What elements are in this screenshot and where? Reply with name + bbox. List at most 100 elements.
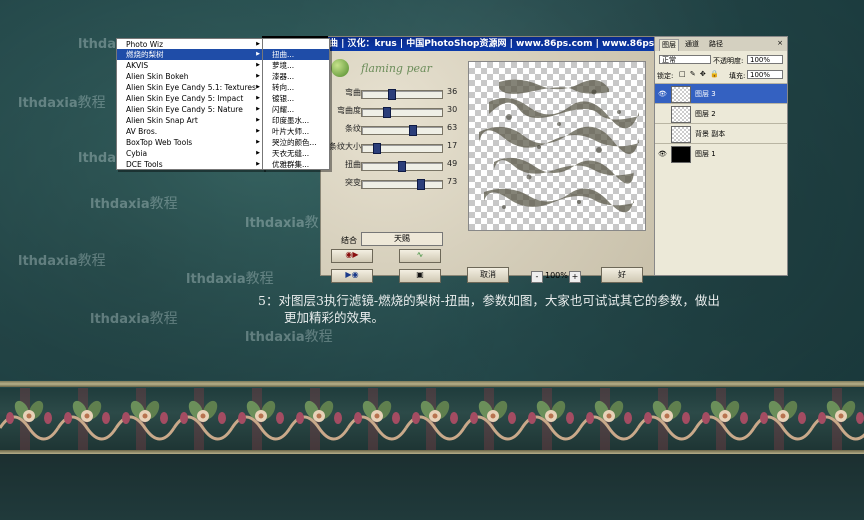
arrow-right-icon: ▶◉	[345, 270, 359, 279]
zoom-in-button[interactable]: +	[569, 271, 581, 283]
opacity-label: 不透明度:	[713, 57, 744, 65]
blend-mode-select[interactable]: 正常	[659, 55, 711, 64]
layer-row[interactable]: 👁 图层 3	[655, 83, 787, 103]
flower-motif	[172, 400, 234, 441]
flower-motif	[404, 400, 466, 441]
wave-icon: ∿	[416, 250, 424, 259]
cancel-button[interactable]: 取消	[467, 267, 509, 283]
submenu-item[interactable]: 闪耀...	[263, 104, 329, 115]
submenu-item[interactable]: 哭泣的颜色...	[263, 137, 329, 148]
menu-item[interactable]: Alien Skin Eye Candy 5: Nature ▶	[117, 104, 263, 115]
menu-item-burning-pear[interactable]: 燃烧的梨树 ▶	[117, 49, 263, 60]
param-value: 30	[447, 105, 458, 114]
arrow-right-icon: ▶	[256, 128, 260, 134]
eye-icon[interactable]: 👁	[658, 150, 667, 158]
submenu-item[interactable]: 镀银...	[263, 93, 329, 104]
tutorial-caption: 5：对图层3执行滤镜-燃烧的梨树-扭曲，参数如图，大家也可试试其它的参数，做出 …	[258, 292, 798, 326]
param-slider[interactable]	[361, 125, 443, 136]
layer-thumbnail	[671, 126, 691, 143]
flower-motif	[810, 400, 864, 441]
dialog-title[interactable]: 曲 | 汉化：krus | 中国PhotoShop资源网 | www.86ps.…	[321, 37, 655, 51]
slider-thumb[interactable]	[372, 143, 381, 154]
tab-paths[interactable]: 路径	[707, 39, 725, 50]
param-value: 17	[447, 141, 458, 150]
menu-item[interactable]: Alien Skin Eye Candy 5: Impact ▶	[117, 93, 263, 104]
param-slider[interactable]	[361, 89, 443, 100]
tab-layers[interactable]: 图层	[659, 39, 679, 51]
arrow-right-icon: ▶	[256, 139, 260, 145]
menu-item[interactable]: Alien Skin Eye Candy 5.1: Textures ▶	[117, 82, 263, 93]
menu-item[interactable]: BoxTop Web Tools ▶	[117, 137, 263, 148]
submenu-item[interactable]: 漆器...	[263, 71, 329, 82]
layers-panel: 图层 通道 路径 × 正常 不透明度: 100% 锁定: □ ✎ ✥ 🔒 填充:…	[654, 36, 788, 276]
param-value: 49	[447, 159, 458, 168]
slider-thumb[interactable]	[383, 107, 391, 118]
flower-motif	[230, 400, 292, 441]
randomize-button[interactable]: ∿	[399, 249, 441, 263]
lock-icons[interactable]: □ ✎ ✥ 🔒	[679, 70, 720, 78]
combine-dropdown[interactable]: 天赐	[361, 232, 443, 246]
box-icon: ▣	[416, 270, 424, 279]
menu-item[interactable]: AV Bros. ▶	[117, 126, 263, 137]
floral-border	[0, 388, 864, 450]
slider-thumb[interactable]	[417, 179, 426, 190]
filter-menu: Photo Wiz ▶ 燃烧的梨树 ▶ AKVIS ▶ Alien Skin Boke…	[116, 38, 264, 170]
submenu-item[interactable]: 优雅群集...	[263, 159, 329, 170]
tab-channels[interactable]: 通道	[683, 39, 701, 50]
param-row: 弯曲 36	[321, 87, 471, 101]
flower-motif	[346, 400, 408, 441]
prev-preset-button[interactable]: ◉▶	[331, 249, 373, 263]
flower-motif	[288, 400, 350, 441]
save-preset-button[interactable]: ▣	[399, 269, 441, 283]
param-slider[interactable]	[361, 161, 443, 172]
watermark: lthdaxia教程	[245, 329, 333, 345]
arrow-right-icon: ▶	[256, 150, 260, 156]
ok-button[interactable]: 好	[601, 267, 643, 283]
param-row: 突变 73	[321, 177, 471, 191]
zoom-out-button[interactable]: -	[531, 271, 543, 283]
opacity-input[interactable]: 100%	[747, 55, 783, 64]
param-slider[interactable]	[361, 143, 443, 154]
preview-canvas[interactable]	[468, 61, 646, 231]
layer-row[interactable]: 背景 副本	[655, 123, 787, 143]
submenu-item[interactable]: 萝境...	[263, 60, 329, 71]
submenu-item-distort[interactable]: 扭曲...	[263, 49, 329, 60]
watermark: lthdaxia教程	[186, 271, 274, 287]
menu-item[interactable]: Cybia ▶	[117, 148, 263, 159]
fill-input[interactable]: 100%	[747, 70, 783, 79]
border-line	[0, 381, 864, 387]
param-slider[interactable]	[361, 179, 443, 190]
param-value: 73	[447, 177, 458, 186]
param-label: 弯曲	[345, 88, 361, 97]
arrow-right-icon: ▶	[256, 84, 260, 90]
next-preset-button[interactable]: ▶◉	[331, 269, 373, 283]
floral-pattern	[0, 400, 864, 441]
dialog-body: flaming pear 弯曲 36 弯曲度 30 条纹 63 条纹大小 17 …	[321, 51, 655, 283]
submenu-item[interactable]: 印度墨水...	[263, 115, 329, 126]
watermark: lthdaxia教程	[18, 95, 106, 111]
menu-item[interactable]: AKVIS ▶	[117, 60, 263, 71]
submenu-item[interactable]: 叶片大师...	[263, 126, 329, 137]
flower-motif	[752, 400, 814, 441]
flower-motif	[636, 400, 698, 441]
menu-item[interactable]: Alien Skin Snap Art ▶	[117, 115, 263, 126]
menu-item[interactable]: DCE Tools ▶	[117, 159, 263, 170]
submenu-item[interactable]: 天衣无缝...	[263, 148, 329, 159]
close-icon[interactable]: ×	[777, 39, 783, 47]
menu-item[interactable]: Alien Skin Bokeh ▶	[117, 71, 263, 82]
arrow-right-icon: ▶	[256, 161, 260, 167]
flower-motif	[462, 400, 524, 441]
layer-name: 图层 1	[695, 150, 716, 158]
eye-icon[interactable]: 👁	[658, 90, 667, 98]
arrow-right-icon: ▶	[256, 95, 260, 101]
slider-thumb[interactable]	[409, 125, 418, 136]
param-label: 弯曲度	[337, 106, 361, 115]
arrow-right-icon: ▶	[256, 51, 260, 57]
param-slider[interactable]	[361, 107, 443, 118]
layer-row[interactable]: 图层 2	[655, 103, 787, 123]
slider-thumb[interactable]	[387, 89, 396, 100]
layer-row[interactable]: 👁 图层 1	[655, 143, 787, 163]
param-label: 条纹大小	[329, 142, 361, 151]
submenu-item[interactable]: 转向...	[263, 82, 329, 93]
slider-thumb[interactable]	[398, 161, 407, 172]
